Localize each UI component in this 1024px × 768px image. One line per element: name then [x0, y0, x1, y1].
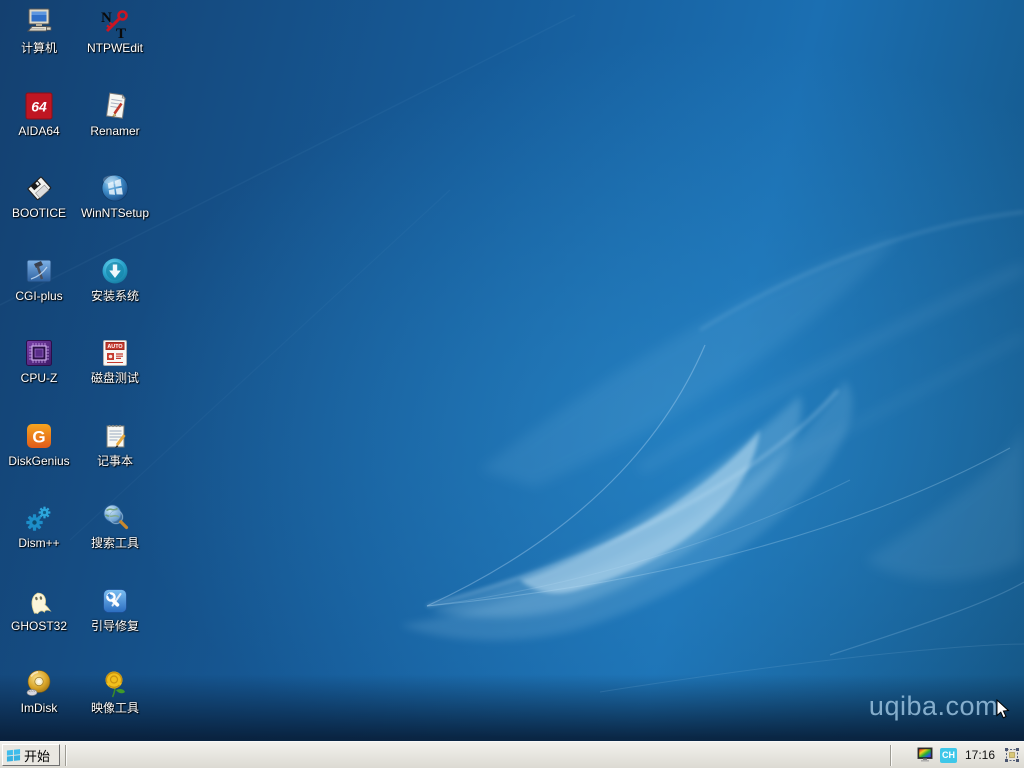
input-method-ch-icon[interactable]: CH [939, 747, 957, 763]
desktop-icon-label: BOOTICE [11, 206, 66, 220]
desktop-icon-diskgenius[interactable]: G DiskGenius [1, 417, 77, 500]
desktop-icon-image-tool[interactable]: 映像工具 [77, 664, 153, 741]
globe-magnifier-icon [98, 501, 132, 535]
wrench-blue-square-icon [98, 584, 132, 618]
svg-text:64: 64 [31, 98, 47, 114]
desktop-icon-renamer[interactable]: Renamer [77, 87, 153, 170]
desktop-icon-label: 计算机 [20, 41, 57, 55]
desktop-icon-imdisk[interactable]: ImDisk [1, 664, 77, 741]
diskgenius-g-icon: G [22, 419, 56, 453]
desktop-icon-cgi-plus[interactable]: CGI-plus [1, 252, 77, 335]
winpe-screen: 计算机 N T NTPWEdit 64 AIDA64 Renamer BOOTI… [0, 0, 1024, 768]
desktop-icon-label: NTPWEdit [86, 41, 143, 55]
svg-text:G: G [32, 427, 45, 446]
hammer-blue-square-icon [22, 254, 56, 288]
desktop-icon-label: 映像工具 [90, 701, 139, 715]
desktop-icon-ghost32[interactable]: GHOST32 [1, 582, 77, 665]
tray-clock[interactable]: 17:16 [963, 748, 997, 762]
desktop-icon-label: ImDisk [20, 701, 58, 715]
windows-logo-icon [6, 748, 21, 762]
desktop-icon-dism[interactable]: Dism++ [1, 499, 77, 582]
desktop-icon-label: CGI-plus [15, 288, 63, 303]
start-button-label: 开始 [24, 748, 51, 764]
computer-icon [22, 6, 56, 40]
display-settings-icon[interactable] [917, 747, 934, 763]
svg-text:T: T [116, 26, 126, 39]
aida64-icon: 64 [22, 89, 56, 123]
desktop-icon-label: 磁盘测试 [90, 371, 139, 385]
desktop-icon-boot-repair[interactable]: 引导修复 [77, 582, 153, 665]
desktop-icon-label: Dism++ [18, 536, 60, 550]
desktop-icon-label: DiskGenius [8, 453, 70, 468]
desktop-icon-label: 搜索工具 [90, 536, 139, 550]
desktop-icon-install-system[interactable]: 安装系统 [77, 252, 153, 335]
desktop-icon-disk-test[interactable]: AUTO 磁盘测试 [77, 334, 153, 417]
disk-test-auto-icon: AUTO [98, 336, 132, 370]
wallpaper-swoosh-art [0, 14, 1024, 693]
desktop-icon-bootice[interactable]: BOOTICE [1, 169, 77, 252]
system-tray: CH 17:16 [914, 742, 1023, 768]
pecmd-selection-icon[interactable] [1003, 747, 1020, 763]
desktop-icon-label: 安装系统 [90, 288, 139, 303]
notepad-pencil-icon [98, 419, 132, 453]
yellow-rose-icon [98, 666, 132, 700]
renamer-page-pencil-icon [98, 89, 132, 123]
desktop-icon-label: 记事本 [96, 453, 133, 468]
desktop-icon-computer[interactable]: 计算机 [1, 4, 77, 87]
desktop-icon-cpu-z[interactable]: CPU-Z [1, 334, 77, 417]
cpu-chip-icon [22, 336, 56, 370]
svg-text:AUTO: AUTO [107, 344, 122, 350]
desktop-icon-label: GHOST32 [10, 618, 67, 633]
download-arrow-circle-icon [98, 254, 132, 288]
desktop-icon-aida64[interactable]: 64 AIDA64 [1, 87, 77, 170]
ghost-icon [22, 584, 56, 618]
desktop-icon-label: 引导修复 [90, 618, 139, 633]
taskbar: 开始 CH 17:16 [0, 741, 1024, 768]
desktop-icon-label: Renamer [90, 123, 140, 138]
gold-cd-icon [22, 666, 56, 700]
desktop-icon-grid: 计算机 N T NTPWEdit 64 AIDA64 Renamer BOOTI… [1, 4, 153, 741]
desktop-icon-label: WinNTSetup [80, 206, 150, 220]
ntpwedit-key-icon: N T [98, 6, 132, 40]
desktop-icon-notepad[interactable]: 记事本 [77, 417, 153, 500]
windows-sphere-icon [98, 171, 132, 205]
tray-divider [890, 745, 892, 766]
desktop-wallpaper: 计算机 N T NTPWEdit 64 AIDA64 Renamer BOOTI… [0, 0, 1024, 741]
floppy-disk-icon [22, 171, 56, 205]
desktop-icon-search-tool[interactable]: 搜索工具 [77, 499, 153, 582]
desktop-icon-label: AIDA64 [18, 123, 60, 138]
gears-icon [22, 501, 56, 535]
start-button[interactable]: 开始 [2, 744, 60, 766]
mouse-cursor [996, 699, 1010, 719]
taskbar-divider [65, 745, 67, 766]
desktop-icon-label: CPU-Z [20, 371, 58, 385]
desktop-icon-ntpwedit[interactable]: N T NTPWEdit [77, 4, 153, 87]
watermark: uqiba.com [868, 691, 998, 721]
desktop-icon-winntsetup[interactable]: WinNTSetup [77, 169, 153, 252]
